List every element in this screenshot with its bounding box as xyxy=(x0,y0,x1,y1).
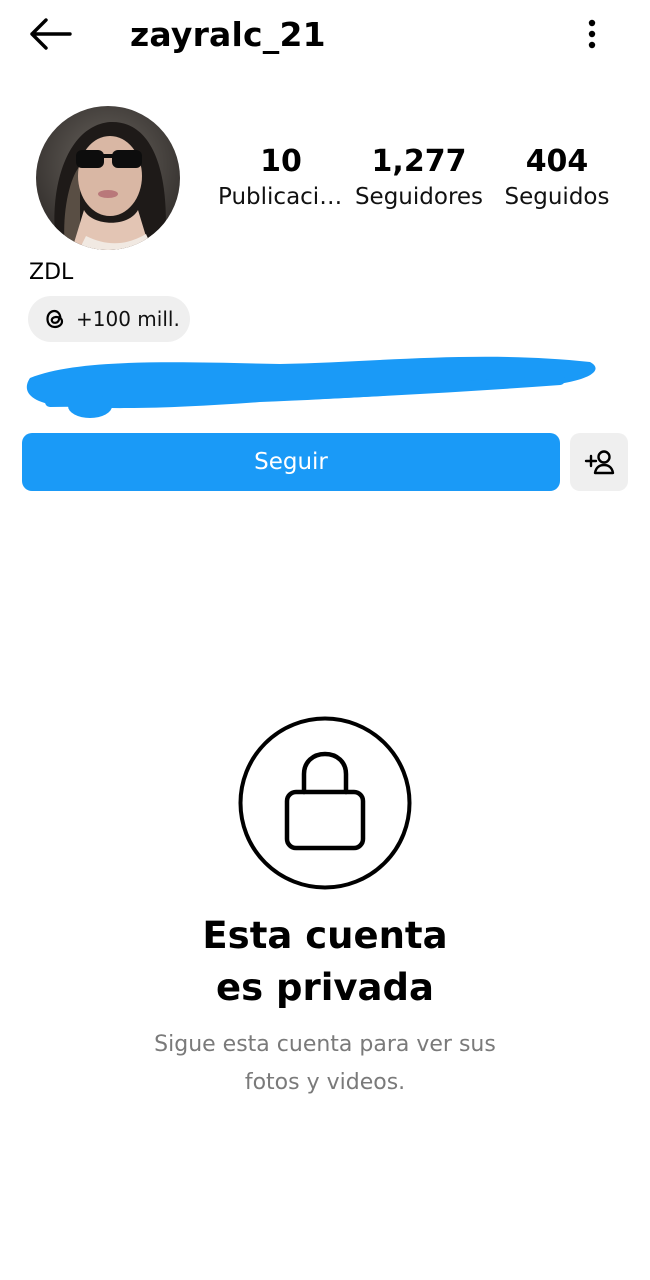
more-options-button[interactable] xyxy=(572,12,612,56)
suggest-accounts-button[interactable] xyxy=(570,433,628,491)
profile-avatar[interactable] xyxy=(36,106,180,250)
private-subtitle-line2: fotos y videos. xyxy=(244,1070,406,1095)
profile-username: zayralc_21 xyxy=(130,14,326,54)
private-title-line2: es privada xyxy=(216,966,434,1009)
private-account-subtitle: Sigue esta cuenta para ver sus fotos y v… xyxy=(0,1026,650,1102)
follow-button[interactable]: Seguir xyxy=(22,433,560,491)
add-person-icon xyxy=(584,450,615,475)
posts-count: 10 xyxy=(260,144,302,179)
threads-count: +100 mill. xyxy=(76,307,180,331)
threads-badge[interactable]: +100 mill. xyxy=(28,296,190,342)
back-button[interactable] xyxy=(22,12,78,56)
lock-badge xyxy=(238,716,412,890)
lock-icon xyxy=(238,716,412,890)
arrow-left-icon xyxy=(30,18,72,50)
followers-count: 1,277 xyxy=(371,144,467,179)
following-label: Seguidos xyxy=(504,184,610,210)
private-account-title: Esta cuenta es privada xyxy=(0,910,650,1014)
followers-label: Seguidores xyxy=(354,184,484,210)
following-count: 404 xyxy=(525,144,589,179)
threads-icon xyxy=(46,309,64,329)
stat-followers[interactable]: 1,277 Seguidores xyxy=(350,142,488,212)
display-name: ZDL xyxy=(29,260,74,285)
more-vertical-icon xyxy=(588,19,596,49)
stat-following[interactable]: 404 Seguidos xyxy=(498,142,616,212)
stat-posts[interactable]: 10 Publicaciones xyxy=(214,142,348,212)
private-subtitle-line1: Sigue esta cuenta para ver sus xyxy=(154,1032,496,1057)
redaction-scribble xyxy=(26,356,596,418)
posts-label: Publicaciones xyxy=(218,184,344,210)
private-title-line1: Esta cuenta xyxy=(202,914,448,957)
